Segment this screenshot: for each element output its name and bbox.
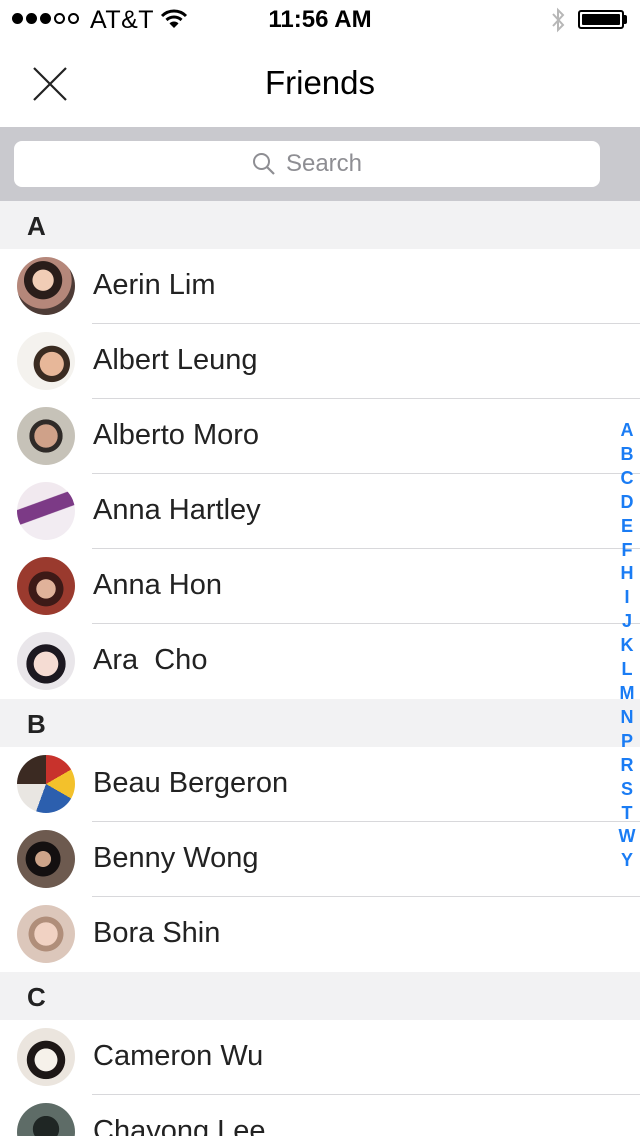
- index-letter-e[interactable]: E: [621, 515, 633, 539]
- index-letter-m[interactable]: M: [620, 682, 635, 706]
- index-letter-b[interactable]: B: [621, 443, 634, 467]
- section-header-c: C: [0, 972, 640, 1020]
- bluetooth-icon: [550, 7, 566, 40]
- friends-list: A Aerin Lim Albert Leung Alberto Moro An…: [0, 201, 640, 1136]
- friend-name: Cameron Wu: [93, 1040, 264, 1072]
- avatar: [17, 332, 75, 390]
- alphabet-index[interactable]: A B C D E F H I J K L M N P R S T W Y: [612, 419, 640, 873]
- avatar: [17, 755, 75, 813]
- friend-name: Bora Shin: [93, 917, 221, 949]
- avatar: [17, 1103, 75, 1136]
- index-letter-w[interactable]: W: [619, 825, 636, 849]
- section-header-a: A: [0, 201, 640, 249]
- section-letter: C: [27, 982, 46, 1012]
- friend-row[interactable]: Anna Hon: [0, 549, 640, 624]
- avatar: [17, 830, 75, 888]
- avatar: [17, 632, 75, 690]
- battery-tip: [624, 15, 627, 24]
- section-letter: B: [27, 709, 46, 739]
- index-letter-p[interactable]: P: [621, 730, 633, 754]
- avatar: [17, 557, 75, 615]
- friend-name: Ara Cho: [93, 644, 208, 676]
- avatar: [17, 482, 75, 540]
- index-letter-j[interactable]: J: [622, 610, 632, 634]
- friend-row[interactable]: Chayong Lee: [0, 1095, 640, 1136]
- friend-name: Anna Hon: [93, 569, 222, 601]
- search-placeholder: Search: [285, 150, 363, 177]
- friend-row[interactable]: Albert Leung: [0, 324, 640, 399]
- friend-name: Aerin Lim: [93, 269, 216, 301]
- friend-name: Benny Wong: [93, 842, 259, 874]
- avatar: [17, 1028, 75, 1086]
- avatar: [17, 905, 75, 963]
- friend-row[interactable]: Cameron Wu: [0, 1020, 640, 1095]
- friend-row[interactable]: Beau Bergeron: [0, 747, 640, 822]
- search-bar: Search: [0, 127, 640, 201]
- index-letter-h[interactable]: H: [621, 562, 634, 586]
- index-letter-s[interactable]: S: [621, 778, 633, 802]
- index-letter-a[interactable]: A: [621, 419, 634, 443]
- index-letter-l[interactable]: L: [622, 658, 633, 682]
- index-letter-y[interactable]: Y: [621, 849, 633, 873]
- index-letter-f[interactable]: F: [622, 539, 633, 563]
- avatar: [17, 257, 75, 315]
- friend-row[interactable]: Bora Shin: [0, 897, 640, 972]
- search-input[interactable]: Search: [14, 141, 600, 187]
- battery-icon: [578, 10, 624, 29]
- friend-name: Anna Hartley: [93, 494, 261, 526]
- friend-name: Albert Leung: [93, 344, 258, 376]
- index-letter-r[interactable]: R: [621, 754, 634, 778]
- status-bar: AT&T 11:56 AM: [0, 0, 640, 40]
- section-header-b: B: [0, 699, 640, 747]
- index-letter-t[interactable]: T: [622, 802, 633, 826]
- index-letter-i[interactable]: I: [624, 586, 629, 610]
- friend-row[interactable]: Alberto Moro: [0, 399, 640, 474]
- friend-name: Alberto Moro: [93, 419, 260, 451]
- friend-name: Beau Bergeron: [93, 767, 289, 799]
- index-letter-d[interactable]: D: [621, 491, 634, 515]
- search-icon: [252, 153, 275, 175]
- section-letter: A: [27, 211, 46, 241]
- friend-row[interactable]: Aerin Lim: [0, 249, 640, 324]
- index-letter-c[interactable]: C: [621, 467, 634, 491]
- friend-row[interactable]: Ara Cho: [0, 624, 640, 699]
- nav-bar: Friends: [0, 40, 640, 127]
- index-letter-n[interactable]: N: [621, 706, 634, 730]
- page-title: Friends: [264, 64, 376, 101]
- friends-screen: AT&T 11:56 AM Friends Search A Aerin Lim…: [0, 0, 640, 1136]
- friend-row[interactable]: Benny Wong: [0, 822, 640, 897]
- friend-row[interactable]: Anna Hartley: [0, 474, 640, 549]
- index-letter-k[interactable]: K: [621, 634, 634, 658]
- friend-name: Chayong Lee: [93, 1115, 266, 1136]
- avatar: [17, 407, 75, 465]
- status-time: 11:56 AM: [268, 6, 372, 33]
